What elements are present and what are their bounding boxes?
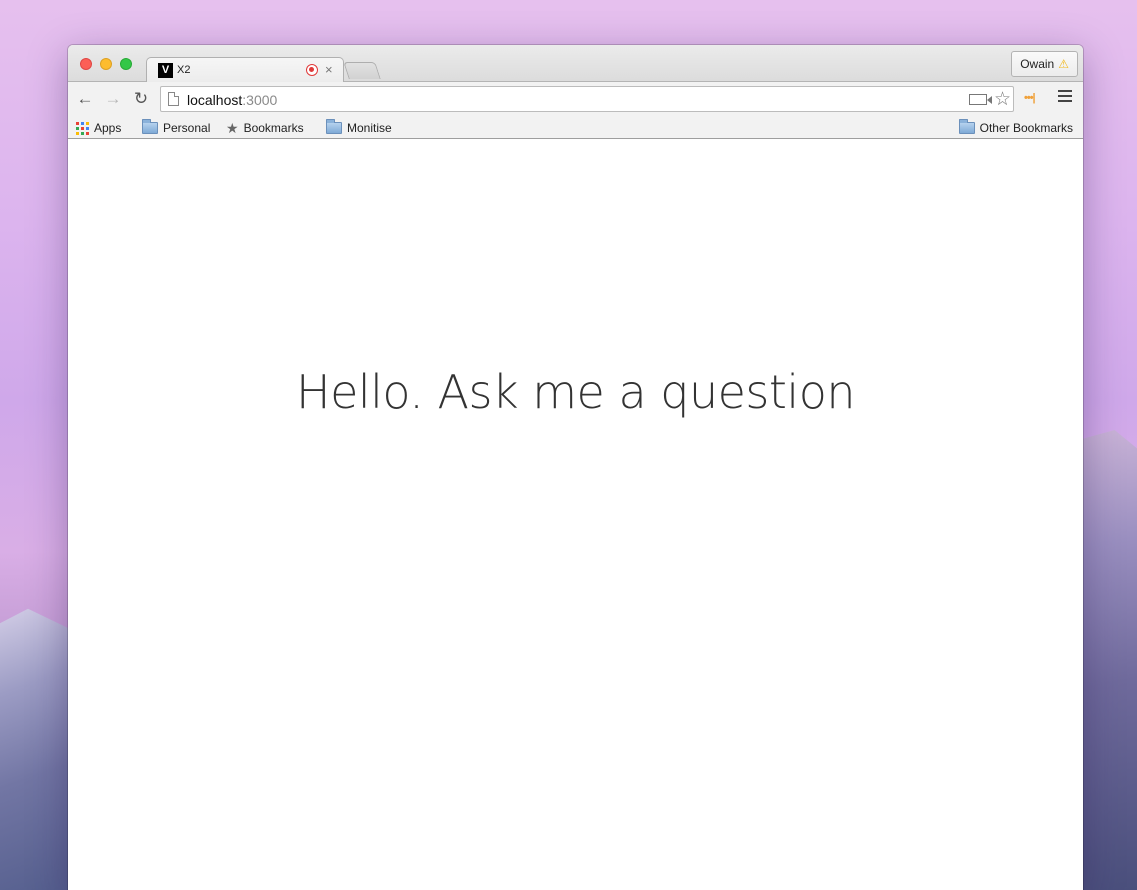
- extension-icon[interactable]: •••|: [1024, 92, 1036, 104]
- forward-button[interactable]: →: [102, 88, 124, 110]
- tab-active[interactable]: V X2 ×: [146, 57, 344, 83]
- folder-icon: [958, 119, 975, 134]
- apps-grid-icon: [76, 121, 89, 135]
- tab-favicon-icon: V: [158, 63, 173, 78]
- camera-icon[interactable]: [969, 94, 992, 105]
- toolbar: ← → ↻ localhost:3000 ☆ •••|: [68, 82, 1083, 117]
- tab-close-icon[interactable]: ×: [325, 62, 333, 77]
- new-tab-button[interactable]: [343, 62, 381, 79]
- desktop-wallpaper-left: [0, 608, 70, 890]
- bookmark-label: Monitise: [347, 121, 392, 135]
- page-icon: [168, 92, 179, 106]
- window-minimize-button[interactable]: [100, 58, 112, 70]
- bookmark-bookmarks[interactable]: ★ Bookmarks: [226, 120, 304, 136]
- profile-button[interactable]: Owain ⚠: [1011, 51, 1078, 77]
- recording-indicator-icon: [306, 64, 318, 76]
- star-icon: ★: [226, 119, 239, 136]
- reload-button[interactable]: ↻: [130, 88, 152, 110]
- bookmarks-bar: Apps Personal ★ Bookmarks Monitise Other…: [68, 117, 1083, 139]
- desktop-wallpaper-right: [1081, 430, 1137, 890]
- folder-icon: [142, 119, 158, 134]
- back-button[interactable]: ←: [74, 88, 96, 110]
- bookmark-label: Bookmarks: [243, 121, 304, 135]
- url-port: :3000: [242, 92, 278, 108]
- menu-icon[interactable]: [1058, 90, 1072, 105]
- tab-title: X2: [177, 64, 191, 76]
- title-bar: V X2 × Owain ⚠: [68, 45, 1083, 83]
- profile-name: Owain: [1020, 57, 1055, 71]
- window-close-button[interactable]: [80, 58, 92, 70]
- page-content: Hello. Ask me a question: [68, 139, 1083, 889]
- bookmark-apps[interactable]: Apps: [76, 120, 121, 136]
- bookmark-label: Other Bookmarks: [979, 121, 1073, 135]
- bookmark-other[interactable]: Other Bookmarks: [958, 119, 1073, 136]
- bookmark-label: Apps: [94, 121, 122, 135]
- url-host: localhost: [187, 92, 243, 108]
- browser-window: V X2 × Owain ⚠ ← → ↻ localhost:3000 ☆ ••…: [68, 45, 1083, 890]
- warning-icon: ⚠: [1058, 57, 1069, 71]
- address-bar[interactable]: localhost:3000 ☆: [160, 86, 1014, 112]
- bookmark-label: Personal: [163, 121, 211, 135]
- bookmark-personal[interactable]: Personal: [142, 119, 211, 136]
- url-text: localhost:3000: [187, 92, 277, 108]
- bookmark-star-icon[interactable]: ☆: [994, 88, 1011, 111]
- folder-icon: [326, 119, 342, 134]
- window-maximize-button[interactable]: [120, 58, 132, 70]
- page-heading: Hello. Ask me a question: [295, 365, 856, 419]
- bookmark-monitise[interactable]: Monitise: [326, 119, 392, 136]
